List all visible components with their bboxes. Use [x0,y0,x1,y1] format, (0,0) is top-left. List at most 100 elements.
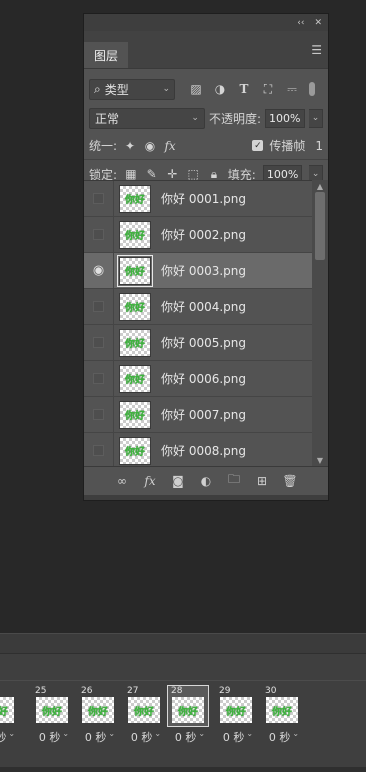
filter-row: ⌕ 类型 ⌄ ▨ ◑ T ⛶ ⎓ [84,74,328,104]
layer-row[interactable]: 你好 你好 0005.png [84,324,313,361]
layer-row[interactable]: 你好 你好 0002.png [84,216,313,253]
frame-thumbnail: 你好 [128,697,160,723]
scroll-thumb[interactable] [315,192,325,260]
frame-delay[interactable]: 0 秒⌄ [0,729,22,745]
unify-position-icon[interactable]: ✦ [123,139,137,153]
panel-footer: ∞ fx ◙ ◐ 🗀︎ ⊞ 🗑︎ [84,466,328,494]
add-mask-icon[interactable]: ◙ [171,474,185,488]
visibility-toggle[interactable] [84,181,114,217]
frame-delay[interactable]: 0 秒⌄ [168,729,212,745]
filter-icons: ▨ ◑ T ⛶ ⎓ [189,82,299,97]
panel-resize-grip[interactable] [84,495,328,500]
layer-row-selected[interactable]: ◉ 你好 你好 0003.png [84,252,313,289]
layer-thumbnail: 你好 [119,400,151,429]
frame-delay[interactable]: 0 秒⌄ [32,729,76,745]
timeline-frame[interactable]: 25 你好 0 秒 ⌄ [32,686,76,746]
filter-kind-select[interactable]: ⌕ 类型 ⌄ [89,78,175,100]
opacity-chevron-icon[interactable]: ⌄ [309,108,323,128]
timeline-frame[interactable]: 29 你好 0 秒 ⌄ [216,686,260,746]
chevron-down-icon: ⌄ [198,729,206,738]
layer-thumbnail: 你好 [117,254,153,287]
opacity-input[interactable]: 100% [265,108,305,128]
delete-layer-icon[interactable]: 🗑︎ [282,474,297,488]
layer-name[interactable]: 你好 0001.png [161,190,246,207]
chevron-down-icon: ⌄ [8,729,16,738]
frame-delay[interactable]: 0 秒⌄ [216,729,260,745]
layer-name[interactable]: 你好 0004.png [161,298,246,315]
visibility-toggle[interactable] [84,288,114,325]
frame-delay[interactable]: 0 秒⌄ [124,729,168,745]
frame-number: 30 [265,686,277,696]
unify-style-icon[interactable]: fx [163,139,177,153]
timeline-frame-selected[interactable]: 28 你好 0 秒 ⌄ [167,685,212,746]
add-style-icon[interactable]: fx [143,474,157,488]
frame-thumbnail: 你好 [220,697,252,723]
layer-name[interactable]: 你好 0005.png [161,334,246,351]
adjustment-filter-icon[interactable]: ◑ [213,82,227,96]
frame-delay[interactable]: 0 秒⌄ [78,729,122,745]
visibility-toggle[interactable]: ◉ [84,252,114,289]
layer-row[interactable]: 你好 你好 0004.png [84,288,313,325]
lock-all-icon[interactable]: 🔒︎ [207,167,221,181]
visibility-toggle[interactable] [84,216,114,253]
blend-mode-select[interactable]: 正常 ⌄ [89,107,205,129]
propagate-label: 传播帧 [269,139,306,153]
pixel-filter-icon[interactable]: ▨ [189,82,203,96]
thumbnail-text: 你好 [125,447,145,458]
timeline-frame[interactable]: 你好 0 秒⌄ [0,686,22,746]
timeline-frame[interactable]: 26 你好 0 秒 ⌄ [78,686,122,746]
visibility-off-icon [93,409,104,420]
layer-thumbnail: 你好 [119,328,151,357]
smart-object-filter-icon[interactable]: ⎓ [285,82,299,96]
lock-position-icon[interactable]: ✛ [166,167,180,181]
panel-menu-icon[interactable]: ☰ [311,43,322,57]
unify-visibility-icon[interactable]: ◉ [143,139,157,153]
layer-row[interactable]: 你好 你好 0008.png [84,432,313,466]
visibility-toggle[interactable] [84,396,114,433]
propagate-checkbox[interactable]: ✓ [252,140,264,151]
scroll-down-icon[interactable]: ▼ [312,454,328,466]
visibility-off-icon [93,301,104,312]
frame-delay-value: 0 秒 [268,731,291,744]
layer-thumbnail: 你好 [119,364,151,393]
lock-artboard-icon[interactable]: ⬚ [186,167,200,181]
frame-thumbnail: 你好 [172,697,204,723]
thumbnail-text: 你好 [125,411,145,422]
frame-box: 25 你好 [32,686,72,726]
frame-delay[interactable]: 0 秒⌄ [262,729,306,745]
lock-image-icon[interactable]: ✎ [145,167,159,181]
layer-name[interactable]: 你好 0002.png [161,226,246,243]
close-panel-icon[interactable]: ✕ [314,18,322,28]
filter-toggle[interactable] [309,82,315,96]
visibility-toggle[interactable] [84,432,114,466]
thumbnail-text: 你好 [42,706,62,718]
tab-layers[interactable]: 图层 [84,42,129,68]
layer-name[interactable]: 你好 0007.png [161,406,246,423]
frame-number: 26 [81,686,93,696]
new-layer-icon[interactable]: ⊞ [255,474,269,488]
shape-filter-icon[interactable]: ⛶ [261,82,275,96]
visibility-toggle[interactable] [84,360,114,397]
visibility-toggle[interactable] [84,324,114,361]
new-adjustment-icon[interactable]: ◐ [199,474,213,488]
scroll-up-icon[interactable]: ▲ [312,180,328,192]
layer-name[interactable]: 你好 0008.png [161,442,246,459]
collapse-panel-icon[interactable]: ‹‹ [297,18,304,28]
layer-row[interactable]: 你好 你好 0006.png [84,360,313,397]
layer-row[interactable]: 你好 你好 0001.png [84,181,313,217]
new-group-icon[interactable]: 🗀︎ [227,470,241,491]
search-icon: ⌕ [94,81,101,96]
layer-name[interactable]: 你好 0003.png [161,262,246,279]
timeline-frame[interactable]: 27 你好 0 秒 ⌄ [124,686,168,746]
type-filter-icon[interactable]: T [237,82,251,96]
layer-name[interactable]: 你好 0006.png [161,370,246,387]
timeline-frame[interactable]: 30 你好 0 秒 ⌄ [262,686,306,746]
frame-box: 29 你好 [216,686,256,726]
layer-row[interactable]: 你好 你好 0007.png [84,396,313,433]
thumbnail-text: 你好 [0,706,8,718]
layer-scrollbar[interactable]: ▲ ▼ [312,180,328,466]
link-layers-icon[interactable]: ∞ [115,474,129,488]
frame-thumbnail: 你好 [82,697,114,723]
lock-transparent-icon[interactable]: ▦ [124,167,138,181]
frame-delay-value: 0 秒 [130,731,153,744]
